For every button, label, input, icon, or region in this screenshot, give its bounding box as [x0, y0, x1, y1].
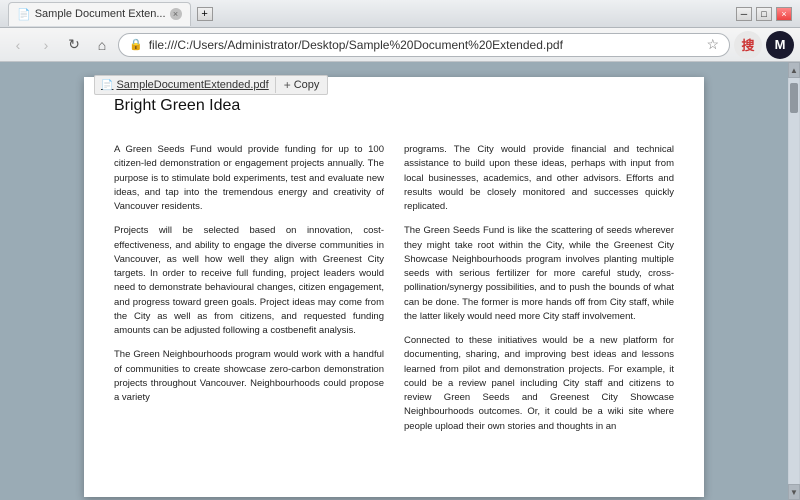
tab-close-button[interactable]: ×	[170, 8, 182, 20]
filename-text: SampleDocumentExtended.pdf	[116, 79, 268, 91]
back-button[interactable]: ‹	[6, 33, 30, 57]
scroll-track[interactable]	[789, 78, 799, 484]
left-para-1: A Green Seeds Fund would provide funding…	[114, 143, 384, 214]
lock-icon: 🔒	[129, 38, 143, 51]
m-button[interactable]: M	[766, 31, 794, 59]
tab-label: Sample Document Exten...	[35, 8, 166, 20]
doc-left-column: A Green Seeds Fund would provide funding…	[114, 143, 384, 444]
scroll-thumb[interactable]	[790, 83, 798, 113]
browser-tab[interactable]: 📄 Sample Document Exten... ×	[8, 2, 191, 26]
copy-plus-icon: +	[284, 78, 291, 92]
window-controls: ─ □ ×	[736, 7, 792, 21]
copy-button[interactable]: + Copy	[276, 76, 328, 94]
title-bar: 📄 Sample Document Exten... × + ─ □ ×	[0, 0, 800, 28]
doc-right-column: programs. The City would provide financi…	[404, 143, 674, 444]
filename-link[interactable]: 📄 SampleDocumentExtended.pdf	[95, 77, 276, 93]
home-button[interactable]: ⌂	[90, 33, 114, 57]
refresh-button[interactable]: ↻	[62, 33, 86, 57]
forward-button[interactable]: ›	[34, 33, 58, 57]
right-para-2: The Green Seeds Fund is like the scatter…	[404, 224, 674, 324]
maximize-button[interactable]: □	[756, 7, 772, 21]
right-para-3: Connected to these initiatives would be …	[404, 334, 674, 434]
pdf-page: 📄 SampleDocumentExtended.pdf + Copy Brig…	[84, 77, 704, 497]
left-para-3: The Green Neighbourhoods program would w…	[114, 348, 384, 405]
bookmark-icon[interactable]: ☆	[706, 36, 719, 53]
pdf-container: 📄 SampleDocumentExtended.pdf + Copy Brig…	[0, 62, 788, 500]
new-tab-button[interactable]: +	[197, 7, 213, 21]
scrollbar: ▲ ▼	[788, 62, 800, 500]
pdf-icon: 📄	[101, 80, 113, 91]
scroll-up-button[interactable]: ▲	[788, 62, 800, 78]
address-bar[interactable]: 🔒 file:///C:/Users/Administrator/Desktop…	[118, 33, 730, 57]
copy-label: Copy	[294, 79, 320, 91]
scroll-down-button[interactable]: ▼	[788, 484, 800, 500]
document-title: Bright Green Idea	[114, 97, 674, 115]
browser-extensions: 搜 M	[734, 31, 794, 59]
navigation-bar: ‹ › ↻ ⌂ 🔒 file:///C:/Users/Administrator…	[0, 28, 800, 62]
minimize-button[interactable]: ─	[736, 7, 752, 21]
title-bar-left: 📄 Sample Document Exten... × +	[8, 2, 213, 26]
tab-favicon: 📄	[17, 8, 31, 21]
right-para-1: programs. The City would provide financi…	[404, 143, 674, 214]
sogou-button[interactable]: 搜	[734, 31, 762, 59]
left-para-2: Projects will be selected based on innov…	[114, 224, 384, 338]
main-content: 📄 SampleDocumentExtended.pdf + Copy Brig…	[0, 62, 800, 500]
filename-bar: 📄 SampleDocumentExtended.pdf + Copy	[94, 75, 328, 95]
url-text: file:///C:/Users/Administrator/Desktop/S…	[149, 38, 701, 52]
close-button[interactable]: ×	[776, 7, 792, 21]
document-content: A Green Seeds Fund would provide funding…	[114, 143, 674, 444]
